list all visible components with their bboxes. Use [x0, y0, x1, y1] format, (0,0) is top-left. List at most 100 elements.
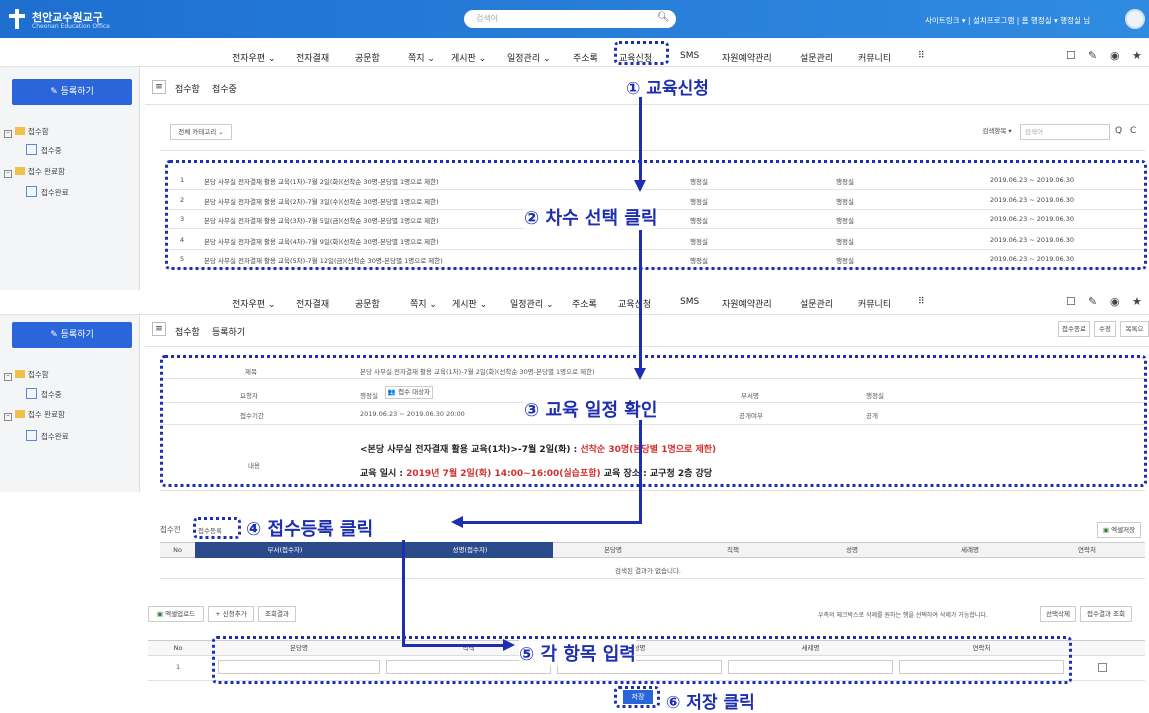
tree-label: 접수 완료함: [28, 410, 65, 419]
tree-item-completed[interactable]: 접수완료: [26, 186, 69, 198]
category-select[interactable]: 전체 카테고리 ⌄: [170, 124, 232, 140]
highlight-box-education-tab: [614, 41, 669, 65]
search-icon[interactable]: 🔍︎: [657, 12, 671, 26]
search-field-select[interactable]: 검색항목 ▾: [975, 124, 1019, 140]
annotation-step-3: ③ 교육 일정 확인: [524, 396, 658, 422]
column-header: No: [173, 644, 183, 652]
list-button[interactable]: 목록으: [1120, 321, 1149, 337]
column-header: No: [173, 546, 182, 554]
logo-subtitle: Cheonan Education Office: [32, 23, 110, 30]
row-checkbox[interactable]: [1098, 663, 1107, 672]
annotation-step-4: ④ 접수등록 클릭: [246, 519, 374, 540]
arrow-line: [402, 540, 405, 646]
folder-icon: [15, 370, 25, 378]
edit-button[interactable]: 수정: [1094, 321, 1116, 337]
annotation-step-2: ② 차수 선택 클릭: [524, 204, 658, 230]
lookup-result-button[interactable]: 조회결과: [258, 606, 296, 622]
memo-icon[interactable]: ☐: [1066, 49, 1076, 62]
tree-label: 접수함: [28, 127, 49, 136]
tree-label: 접수완료: [41, 432, 69, 441]
search-icon[interactable]: Q: [1115, 126, 1122, 136]
highlight-box-register: [193, 517, 241, 539]
divider: [0, 66, 1149, 67]
breadcrumb-2: 접수중: [212, 85, 237, 95]
collapse-icon[interactable]: −: [4, 373, 12, 381]
column-header: 세례명: [961, 546, 979, 554]
annotation-step-5: ⑤ 각 항목 입력: [519, 640, 636, 666]
tree-label: 접수중: [41, 146, 62, 155]
arrow-head-icon: [451, 516, 463, 528]
avatar[interactable]: [1125, 9, 1145, 29]
collapse-icon[interactable]: −: [4, 170, 12, 178]
collapse-icon[interactable]: −: [4, 130, 12, 138]
register-button[interactable]: ✎ 등록하기: [12, 322, 132, 348]
star-icon[interactable]: ★: [1132, 295, 1142, 308]
highlight-box-inputs: [212, 636, 1072, 684]
column-header: 성명: [846, 546, 858, 554]
tree-item-inbox[interactable]: − 접수함: [4, 126, 49, 138]
list-search-input[interactable]: 검색어: [1020, 124, 1110, 140]
arrow-line: [639, 420, 642, 524]
document-icon: [26, 388, 37, 399]
menu-icon[interactable]: ≡: [152, 322, 166, 336]
section-label: 접수전: [160, 525, 181, 534]
divider: [0, 314, 1149, 315]
tree-item-receiving[interactable]: 접수중: [26, 388, 62, 400]
memo-icon[interactable]: ☐: [1066, 295, 1076, 308]
register-button[interactable]: ✎ 등록하기: [12, 79, 132, 105]
column-header: [375, 542, 387, 558]
column-header: 부서(접수자): [195, 542, 375, 558]
document-icon: [26, 144, 37, 155]
highlight-box-save: [614, 686, 660, 708]
tree-item-completed[interactable]: 접수완료: [26, 430, 69, 442]
breadcrumb-2: 등록하기: [212, 328, 246, 338]
column-header: 연락처: [1078, 546, 1096, 554]
column-header: 본당명: [604, 546, 622, 554]
row-number: 1: [176, 663, 181, 671]
tree-item-inbox[interactable]: − 접수함: [4, 369, 49, 381]
chat-icon[interactable]: ◉: [1110, 295, 1120, 308]
tree-label: 접수완료: [41, 188, 69, 197]
folder-icon: [15, 410, 25, 418]
collapse-icon[interactable]: −: [4, 413, 12, 421]
delete-selected-button[interactable]: 선택삭제: [1040, 606, 1076, 622]
tree-label: 접수함: [28, 370, 49, 379]
folder-icon: [15, 127, 25, 135]
close-receipt-button[interactable]: 접수종료: [1058, 321, 1090, 337]
tree-item-completed-box[interactable]: − 접수 완료함: [4, 409, 65, 421]
arrow-line: [639, 230, 642, 371]
pen-icon[interactable]: ✎: [1088, 295, 1097, 308]
breadcrumb-1: 접수함: [175, 328, 200, 338]
refresh-icon[interactable]: C: [1130, 126, 1136, 136]
annotation-step-6: ⑥ 저장 클릭: [666, 693, 755, 713]
arrow-line: [462, 521, 642, 524]
excel-icon: ▣: [1102, 526, 1110, 534]
search-placeholder: 검색어: [476, 14, 499, 23]
chat-icon[interactable]: ◉: [1110, 49, 1120, 62]
top-links[interactable]: 사이트링크 ▾ | 설치프로그램 | 홈 행정실 ▾ 행정실 님: [925, 15, 1090, 26]
tree-item-completed-box[interactable]: − 접수 완료함: [4, 166, 65, 178]
delete-hint: 우측의 체크박스로 삭제를 원하는 행을 선택하여 삭제가 가능합니다.: [818, 612, 988, 619]
row-line: [160, 578, 1145, 579]
nav-tools: ☐ ✎ ◉ ★: [0, 46, 1149, 66]
divider: [145, 104, 1149, 105]
menu-icon[interactable]: ≡: [152, 80, 166, 94]
breadcrumb-1: 접수함: [175, 85, 200, 95]
pen-icon[interactable]: ✎: [1088, 49, 1097, 62]
excel-save-button[interactable]: ▣ 엑셀저장: [1097, 522, 1141, 538]
excel-icon: ▣: [156, 610, 164, 618]
tree-item-receiving[interactable]: 접수중: [26, 144, 62, 156]
excel-upload-button[interactable]: ▣ 엑셀업로드: [148, 606, 204, 622]
folder-icon: [15, 167, 25, 175]
add-request-button[interactable]: + 신청추가: [208, 606, 254, 622]
excel-upload-label: 엑셀업로드: [165, 610, 196, 618]
divider: [145, 346, 1149, 347]
tree-label: 접수 완료함: [28, 167, 65, 176]
excel-save-label: 엑셀저장: [1111, 526, 1136, 534]
row-line: [160, 490, 1145, 491]
document-icon: [26, 186, 37, 197]
column-header: 직책: [727, 546, 739, 554]
receipt-result-button[interactable]: 접수결과 조회: [1080, 606, 1132, 622]
star-icon[interactable]: ★: [1132, 49, 1142, 62]
logo-icon: [9, 9, 25, 29]
